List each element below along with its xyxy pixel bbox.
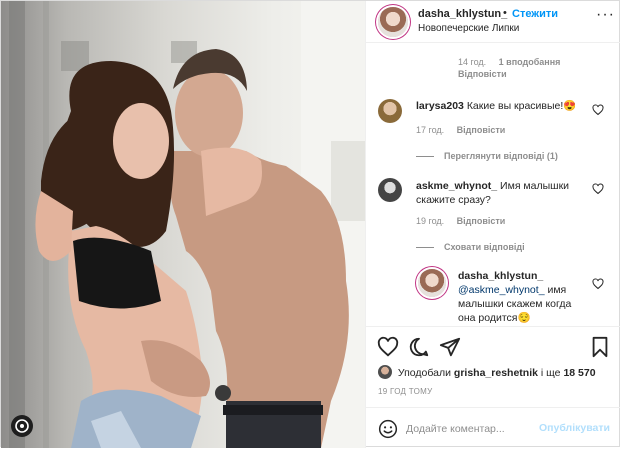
comment-body: askme_whynot_ Имя малышки скажите сразу? (416, 179, 596, 207)
photo-illustration (9, 1, 365, 448)
comment-text: Имя малышки (500, 180, 570, 192)
caption-reply-button[interactable]: Відповісти (458, 69, 507, 79)
comment-meta: 19 год. Відповісти (416, 216, 505, 226)
comment-like-icon[interactable] (592, 104, 604, 116)
post-location[interactable]: Новопечерские Липки (418, 23, 519, 34)
liked-by-prefix: Уподобали (397, 367, 451, 379)
comment-username[interactable]: larysa203 (416, 100, 464, 112)
comment-time: 19 год. (416, 216, 445, 226)
author-avatar[interactable] (378, 7, 408, 37)
hide-replies-button[interactable]: Сховати відповіді (416, 242, 525, 252)
post-side-panel: dasha_khlystun_ • Стежити Новопечерские … (365, 1, 620, 448)
comment-icon[interactable] (408, 336, 430, 358)
share-icon[interactable] (439, 336, 461, 358)
add-comment-row: Опублікувати (366, 407, 620, 449)
reply-mention[interactable]: @askme_whynot_ (458, 284, 545, 296)
liker-avatar[interactable] (378, 365, 392, 379)
post-actions: Уподобали grisha_reshetnik і ще 18 570 1… (366, 326, 620, 448)
heart-icon[interactable] (377, 336, 399, 358)
publish-button[interactable]: Опублікувати (539, 422, 610, 434)
replies-line (416, 156, 434, 158)
comment-time: 17 год. (416, 125, 445, 135)
emoji-icon[interactable] (378, 419, 398, 439)
comment-input[interactable] (406, 420, 546, 438)
caption-likes[interactable]: 1 вподобання (499, 57, 561, 67)
comment-body: larysa203 Какие вы красивые!😍 (416, 99, 596, 113)
liked-by-count[interactable]: 18 570 (563, 367, 595, 379)
replies-line (416, 247, 434, 249)
liked-by-and: і ще (540, 367, 561, 379)
reply-like-icon[interactable] (592, 278, 604, 290)
liked-by: Уподобали grisha_reshetnik і ще 18 570 (378, 365, 596, 379)
reply-text-line3: она родится😌 (458, 312, 531, 324)
reply-text-line2: малышки скажем когда (458, 298, 572, 310)
reply-username[interactable]: dasha_khlystun_ (458, 270, 543, 282)
reply-body: dasha_khlystun_ @askme_whynot_ имя малыш… (458, 269, 598, 325)
comment-text: Какие вы красивые!😍 (466, 100, 577, 112)
author-username[interactable]: dasha_khlystun_ (418, 8, 507, 20)
view-replies-label: Переглянути відповіді (1) (444, 151, 558, 161)
commenter-avatar[interactable] (378, 178, 402, 202)
comment-meta: 17 год. Відповісти (416, 125, 505, 135)
comment-like-icon[interactable] (592, 183, 604, 195)
caption-time: 14 год. (458, 57, 487, 67)
comment-username[interactable]: askme_whynot_ (416, 180, 497, 192)
post-photo[interactable] (1, 1, 365, 448)
comment-reply-button[interactable]: Відповісти (457, 216, 506, 226)
reply-avatar[interactable] (418, 269, 446, 297)
reply-text-line1: имя (547, 284, 567, 296)
commenter-avatar[interactable] (378, 99, 402, 123)
view-replies-button[interactable]: Переглянути відповіді (1) (416, 151, 558, 161)
comment-reply-button[interactable]: Відповісти (457, 125, 506, 135)
post-time[interactable]: 19 ГОД ТОМУ (378, 387, 433, 396)
caption-meta: 14 год. 1 вподобання (458, 57, 560, 67)
header-separator: • (503, 7, 507, 19)
liked-by-user[interactable]: grisha_reshetnik (454, 367, 538, 379)
more-options-icon[interactable]: ··· (596, 6, 615, 24)
hide-replies-label: Сховати відповіді (444, 242, 525, 252)
instagram-post: dasha_khlystun_ • Стежити Новопечерские … (0, 0, 620, 448)
post-header: dasha_khlystun_ • Стежити Новопечерские … (366, 1, 620, 43)
bookmark-icon[interactable] (589, 336, 611, 358)
comment-text-line2: скажите сразу? (416, 194, 491, 206)
follow-button[interactable]: Стежити (512, 8, 558, 20)
